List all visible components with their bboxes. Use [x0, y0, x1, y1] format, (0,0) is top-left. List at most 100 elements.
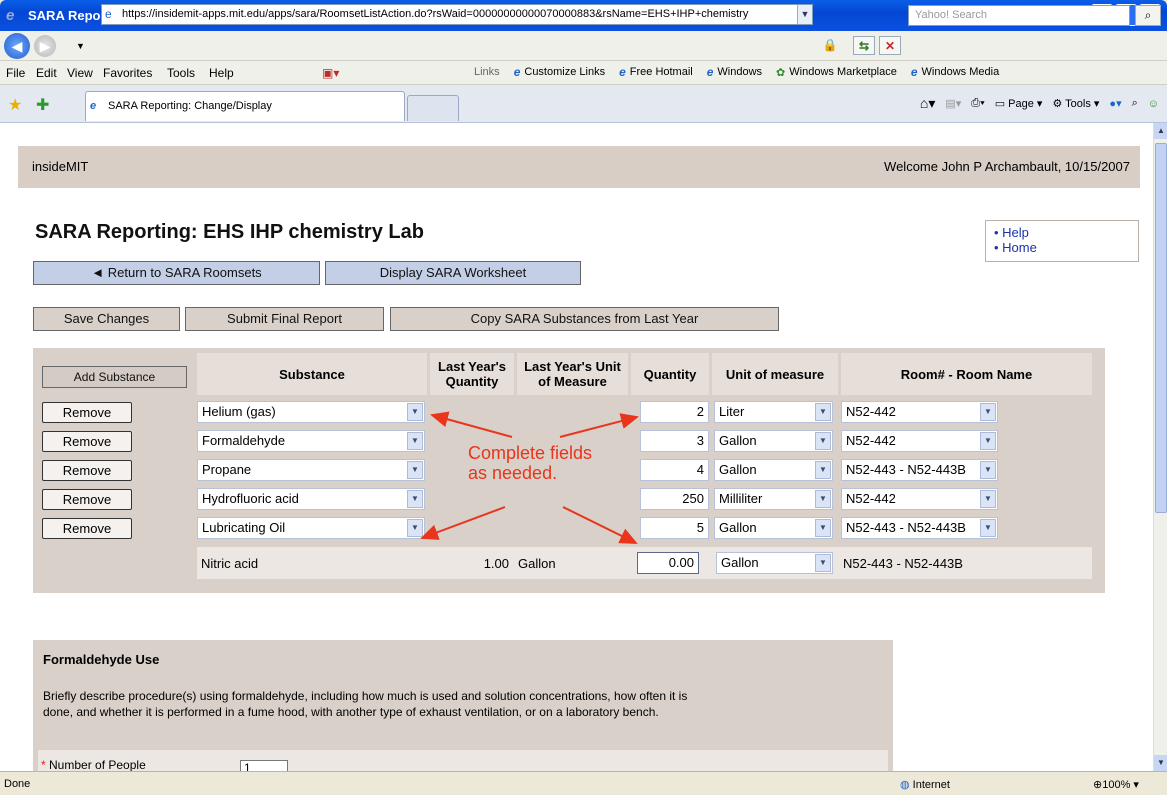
tools-menu[interactable]: ⚙ Tools ▾ — [1052, 97, 1099, 110]
copy-substances-button[interactable]: Copy SARA Substances from Last Year — [390, 307, 779, 331]
people-input[interactable]: 1 — [240, 760, 288, 771]
room-value: N52-442 — [846, 404, 896, 419]
menu-view[interactable]: View — [67, 66, 93, 80]
header-room: Room# - Room Name — [841, 353, 1092, 395]
print-icon[interactable]: ⎙▾ — [971, 97, 984, 110]
unit-select[interactable]: Gallon ▼ — [714, 517, 833, 539]
menu-file[interactable]: File — [6, 66, 25, 80]
annotation-line-2: as needed. — [468, 463, 558, 483]
scroll-down-icon[interactable]: ▼ — [1154, 755, 1167, 771]
substance-select[interactable]: Propane ▼ — [197, 459, 425, 481]
feeds-icon[interactable]: ▤▾ — [945, 97, 961, 110]
new-tab-button[interactable] — [407, 95, 459, 121]
room-select[interactable]: N52-442 ▼ — [841, 401, 998, 423]
menu-help[interactable]: Help — [209, 66, 234, 80]
submit-final-report-button[interactable]: Submit Final Report — [185, 307, 384, 331]
annotation-line-1: Complete fields — [468, 443, 593, 463]
save-changes-button[interactable]: Save Changes — [33, 307, 180, 331]
room-select[interactable]: N52-442 ▼ — [841, 430, 998, 452]
room-value: N52-442 — [846, 491, 896, 506]
scroll-up-icon[interactable]: ▲ — [1154, 123, 1167, 139]
scroll-thumb[interactable] — [1155, 143, 1167, 513]
room-select[interactable]: N52-443 - N52-443B ▼ — [841, 517, 998, 539]
help-link[interactable]: • Help — [994, 225, 1130, 240]
substance-select[interactable]: Formaldehyde ▼ — [197, 430, 425, 452]
page-menu[interactable]: ▭ Page ▾ — [995, 97, 1043, 110]
quantity-input[interactable]: 0.00 — [637, 552, 699, 574]
link-customize[interactable]: e Customize Links — [514, 65, 605, 79]
quantity-input[interactable]: 3 — [640, 430, 709, 452]
help-link-label: Help — [1002, 225, 1029, 240]
return-to-roomsets-button[interactable]: ◄ Return to SARA Roomsets — [33, 261, 320, 285]
substance-select[interactable]: Lubricating Oil ▼ — [197, 517, 425, 539]
home-link[interactable]: • Home — [994, 240, 1130, 255]
chevron-down-icon: ▼ — [815, 519, 831, 537]
quantity-input[interactable]: 5 — [640, 517, 709, 539]
link-media[interactable]: e Windows Media — [911, 65, 999, 79]
link-hotmail[interactable]: e Free Hotmail — [619, 65, 693, 79]
tab-bar: ★ ✚ e SARA Reporting: Change/Display ⌂▾ … — [0, 85, 1167, 123]
menu-tools[interactable]: Tools — [167, 66, 195, 80]
quantity-input[interactable]: 4 — [640, 459, 709, 481]
link-label: Windows Marketplace — [789, 66, 897, 78]
address-toolbar: ◀ ▶ ▼ — [0, 31, 1167, 61]
tab-sara-reporting[interactable]: e SARA Reporting: Change/Display — [85, 91, 405, 121]
people-label: * Number of People — [41, 758, 146, 771]
lock-icon[interactable]: 🔒 — [820, 36, 840, 55]
address-dropdown-icon[interactable]: ▼ — [797, 5, 812, 24]
chevron-down-icon: ▼ — [980, 490, 996, 508]
room-value: N52-443 - N52-443B — [843, 556, 963, 571]
remove-button[interactable]: Remove — [42, 489, 132, 510]
history-dropdown-icon[interactable]: ▼ — [76, 37, 85, 56]
zoom-level[interactable]: ⊕100% ▾ — [1093, 778, 1139, 791]
vertical-scrollbar[interactable]: ▲ ▼ — [1153, 123, 1167, 771]
unit-select[interactable]: Milliliter ▼ — [714, 488, 833, 510]
quantity-input[interactable]: 2 — [640, 401, 709, 423]
link-marketplace[interactable]: ✿ Windows Marketplace — [776, 66, 897, 79]
add-substance-button[interactable]: Add Substance — [42, 366, 187, 388]
substance-value: Helium (gas) — [202, 404, 276, 419]
back-icon[interactable]: ◀ — [4, 32, 30, 59]
substance-select[interactable]: Hydrofluoric acid ▼ — [197, 488, 425, 510]
link-windows[interactable]: e Windows — [707, 65, 762, 79]
pdf-icon[interactable]: ▣▾ — [322, 66, 339, 80]
unit-select[interactable]: Gallon ▼ — [714, 459, 833, 481]
search-input[interactable]: Yahoo! Search — [908, 5, 1130, 26]
menu-edit[interactable]: Edit — [36, 66, 57, 80]
header-substance: Substance — [197, 353, 427, 395]
room-select[interactable]: N52-442 ▼ — [841, 488, 998, 510]
home-icon[interactable]: ⌂▾ — [920, 95, 935, 112]
home-link-label: Home — [1002, 240, 1037, 255]
menu-favorites[interactable]: Favorites — [103, 66, 152, 80]
room-value: N52-443 - N52-443B — [846, 462, 966, 477]
room-value: N52-443 - N52-443B — [846, 520, 966, 535]
ie-icon: e — [6, 6, 15, 24]
link-label: Customize Links — [524, 66, 606, 78]
favorites-star-icon[interactable]: ★ — [8, 95, 22, 115]
remove-button[interactable]: Remove — [42, 460, 132, 481]
remove-button[interactable]: Remove — [42, 402, 132, 423]
unit-value: Gallon — [719, 462, 757, 477]
unit-select[interactable]: Liter ▼ — [714, 401, 833, 423]
room-select[interactable]: N52-443 - N52-443B ▼ — [841, 459, 998, 481]
search-icon[interactable]: ⌕ — [1135, 5, 1161, 26]
refresh-icon[interactable]: ⇆ — [853, 36, 875, 55]
unit-select[interactable]: Gallon ▼ — [714, 430, 833, 452]
remove-button[interactable]: Remove — [42, 431, 132, 452]
help-icon[interactable]: ●▾ — [1109, 97, 1121, 110]
required-star-icon: * — [41, 758, 50, 771]
research-icon[interactable]: ⌕ — [1132, 97, 1138, 110]
unit-select[interactable]: Gallon ▼ — [716, 552, 833, 574]
remove-button[interactable]: Remove — [42, 518, 132, 539]
substance-select[interactable]: Helium (gas) ▼ — [197, 401, 425, 423]
address-bar[interactable]: e https://insidemit-apps.mit.edu/apps/sa… — [101, 4, 813, 25]
quantity-input[interactable]: 250 — [640, 488, 709, 510]
header-last-year-unit: Last Year's Unit of Measure — [517, 353, 628, 395]
chevron-down-icon: ▼ — [815, 554, 831, 572]
forward-icon[interactable]: ▶ — [34, 34, 56, 57]
add-favorites-icon[interactable]: ✚ — [36, 95, 49, 115]
display-worksheet-button[interactable]: Display SARA Worksheet — [325, 261, 581, 285]
formaldehyde-title: Formaldehyde Use — [43, 652, 160, 667]
messenger-icon[interactable]: ☺ — [1148, 98, 1159, 110]
stop-icon[interactable]: ✕ — [879, 36, 901, 55]
